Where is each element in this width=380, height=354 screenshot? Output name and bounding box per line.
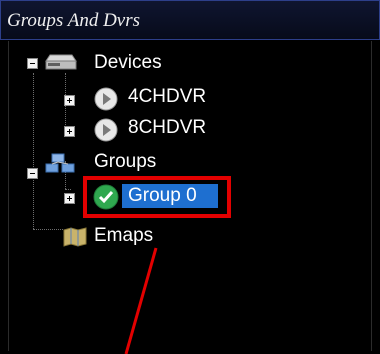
8chdvr-expand-toggle[interactable] <box>64 126 75 137</box>
tree-node-8chdvr[interactable]: 8CHDVR <box>128 113 206 143</box>
tree-node-4chdvr[interactable]: 4CHDVR <box>128 82 206 112</box>
4chdvr-expand-toggle[interactable] <box>64 95 75 106</box>
emaps-label: Emaps <box>94 225 154 246</box>
4chdvr-device-icon <box>94 87 118 111</box>
8chdvr-device-icon <box>94 118 118 142</box>
panel-titlebar: Groups And Dvrs <box>0 0 380 40</box>
groups-and-dvrs-panel: Groups And Dvrs Devices 4CHDVR 8CHDVR Gr… <box>0 0 380 354</box>
groups-icon <box>45 153 75 173</box>
tree-node-groups[interactable]: Groups <box>94 147 156 177</box>
tree-line-group0 <box>65 189 71 190</box>
devices-collapse-toggle[interactable] <box>27 58 38 69</box>
tree-node-devices[interactable]: Devices <box>94 48 162 78</box>
8chdvr-label: 8CHDVR <box>128 117 207 138</box>
groups-collapse-toggle[interactable] <box>27 168 38 179</box>
devices-icon <box>45 54 77 70</box>
tree-line-root <box>33 73 34 229</box>
panel-title: Groups And Dvrs <box>7 10 141 31</box>
tree-line-emaps <box>33 229 63 230</box>
emaps-icon <box>63 227 87 247</box>
groups-label: Groups <box>94 151 157 172</box>
annotation-highlight-box <box>83 176 231 218</box>
4chdvr-label: 4CHDVR <box>128 86 207 107</box>
devices-label: Devices <box>94 52 162 73</box>
tree-node-emaps[interactable]: Emaps <box>94 221 153 251</box>
group-0-expand-toggle[interactable] <box>64 193 75 204</box>
